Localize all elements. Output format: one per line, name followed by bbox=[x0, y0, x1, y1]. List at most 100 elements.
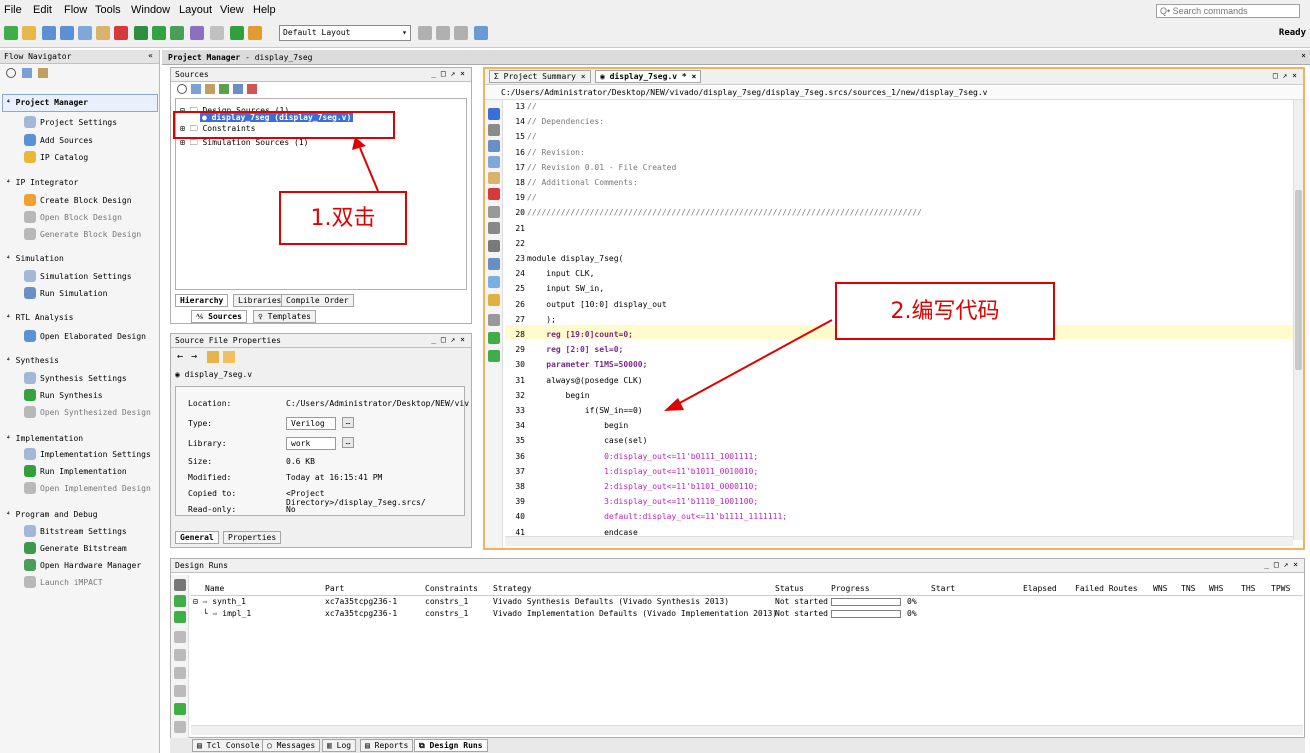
run-synthesis-icon[interactable] bbox=[152, 26, 166, 40]
tab-design-runs[interactable]: ⧉ Design Runs bbox=[414, 739, 488, 752]
code-line[interactable]: 34 begin bbox=[515, 421, 628, 430]
prop-library-value[interactable]: work bbox=[286, 437, 336, 450]
menu-tools[interactable]: Tools bbox=[95, 4, 121, 16]
find-icon[interactable] bbox=[488, 240, 500, 252]
collapse-icon[interactable]: « bbox=[148, 51, 153, 60]
move-up-icon[interactable] bbox=[488, 332, 500, 344]
library-browse-button[interactable]: … bbox=[342, 437, 354, 448]
collapse-all-icon[interactable] bbox=[38, 68, 48, 78]
report-icon[interactable] bbox=[248, 26, 262, 40]
code-line[interactable]: 40 default:display_out<=11'b1111_1111111… bbox=[515, 512, 787, 521]
help-icon[interactable] bbox=[474, 26, 488, 40]
window-controls-icon[interactable]: _ □ ↗ × bbox=[431, 335, 465, 344]
code-line[interactable]: 31 always@(posedge CLK) bbox=[515, 376, 642, 385]
tab-hierarchy[interactable]: Hierarchy bbox=[175, 294, 229, 307]
run-implementation-icon[interactable] bbox=[170, 26, 184, 40]
col-elapsed[interactable]: Elapsed bbox=[1023, 584, 1057, 593]
nav-simulation-settings[interactable]: Simulation Settings bbox=[40, 272, 132, 281]
nav-ip-catalog[interactable]: IP Catalog bbox=[40, 153, 88, 162]
code-line[interactable]: 23 module display_7seg( bbox=[515, 254, 623, 263]
nav-open-synthesized-design[interactable]: Open Synthesized Design bbox=[40, 408, 151, 417]
code-line[interactable]: 15// bbox=[515, 132, 536, 141]
col-status[interactable]: Status bbox=[775, 584, 804, 593]
tab-log[interactable]: ▥ Log bbox=[322, 739, 357, 752]
bulb-icon[interactable] bbox=[488, 294, 500, 306]
expand-all-icon[interactable] bbox=[22, 68, 32, 78]
new-project-icon[interactable] bbox=[4, 26, 18, 40]
nav-open-elaborated-design[interactable]: Open Elaborated Design bbox=[40, 332, 146, 341]
sigma-icon[interactable] bbox=[230, 26, 244, 40]
code-line[interactable]: 38 2:display_out<=11'b1101_0000110; bbox=[515, 482, 758, 491]
run-icon[interactable] bbox=[134, 26, 148, 40]
tab-properties[interactable]: Properties bbox=[223, 531, 282, 544]
paste-icon[interactable] bbox=[96, 26, 110, 40]
menu-edit[interactable]: Edit bbox=[33, 4, 52, 16]
hierarchy-icon[interactable] bbox=[233, 84, 243, 94]
copy-icon[interactable] bbox=[488, 156, 500, 168]
window-controls-icon[interactable]: □ ↗ × bbox=[1273, 71, 1297, 80]
col-progress[interactable]: Progress bbox=[831, 584, 870, 593]
tab-general[interactable]: General bbox=[175, 531, 219, 544]
section-title-ip-integrator[interactable]: ⁴ IP Integrator bbox=[6, 178, 78, 187]
tab-messages[interactable]: ◯ Messages bbox=[262, 739, 321, 752]
cursor-icon[interactable] bbox=[223, 351, 235, 363]
table-row[interactable]: └ ⇨ impl_1 xc7a35tcpg236-1 constrs_1 Viv… bbox=[191, 608, 1303, 620]
tab-libraries[interactable]: Libraries bbox=[233, 294, 287, 307]
tab-display-7seg[interactable]: ◉ display_7seg.v * × bbox=[595, 70, 702, 83]
code-line[interactable]: 33 if(SW_in==0) bbox=[515, 406, 642, 415]
code-line[interactable]: 24 input CLK, bbox=[515, 269, 594, 278]
expand-all-icon[interactable] bbox=[191, 84, 201, 94]
section-title-simulation[interactable]: ⁴ Simulation bbox=[6, 254, 64, 263]
undo-icon[interactable] bbox=[42, 26, 56, 40]
section-title-project-manager[interactable]: ⁴ Project Manager bbox=[6, 98, 88, 107]
nav-run-implementation[interactable]: Run Implementation bbox=[40, 467, 127, 476]
properties-icon[interactable] bbox=[247, 84, 257, 94]
collapse-all-icon[interactable] bbox=[174, 611, 186, 623]
tab-sources[interactable]: ⅍ Sources bbox=[191, 310, 247, 323]
replace-icon[interactable] bbox=[488, 258, 500, 270]
type-browse-button[interactable]: … bbox=[342, 417, 354, 428]
tab-tcl-console[interactable]: ▤ Tcl Console bbox=[192, 739, 265, 752]
first-icon[interactable] bbox=[174, 649, 186, 661]
expand-all-icon[interactable] bbox=[174, 595, 186, 607]
next-icon[interactable] bbox=[174, 631, 186, 643]
tab-compile-order[interactable]: Compile Order bbox=[281, 294, 354, 307]
search-icon[interactable] bbox=[6, 68, 16, 78]
window-controls-icon[interactable]: _ □ ↗ × bbox=[1264, 560, 1298, 569]
menu-layout[interactable]: Layout bbox=[179, 4, 212, 16]
editor-hscrollbar[interactable] bbox=[505, 536, 1293, 546]
move-down-icon[interactable] bbox=[488, 350, 500, 362]
table-row[interactable]: ⊟ ⇨ synth_1 xc7a35tcpg236-1 constrs_1 Vi… bbox=[191, 596, 1303, 608]
code-line[interactable]: 36 0:display_out<=11'b0111_1001111; bbox=[515, 452, 758, 461]
col-failed-routes[interactable]: Failed Routes bbox=[1075, 584, 1138, 593]
menu-view[interactable]: View bbox=[220, 4, 244, 16]
search-icon[interactable] bbox=[174, 579, 186, 591]
delete-icon[interactable] bbox=[174, 721, 186, 733]
tab-reports[interactable]: ▤ Reports bbox=[360, 739, 414, 752]
col-constraints[interactable]: Constraints bbox=[425, 584, 478, 593]
back-icon[interactable]: ← bbox=[177, 351, 183, 362]
col-start[interactable]: Start bbox=[931, 584, 955, 593]
code-line[interactable]: 25 input SW_in, bbox=[515, 284, 604, 293]
search-icon[interactable] bbox=[177, 84, 187, 94]
section-title-synthesis[interactable]: ⁴ Synthesis bbox=[6, 356, 59, 365]
code-line[interactable]: 16// Revision: bbox=[515, 148, 584, 157]
col-part[interactable]: Part bbox=[325, 584, 344, 593]
open-project-icon[interactable] bbox=[22, 26, 36, 40]
col-ths[interactable]: THS bbox=[1241, 584, 1255, 593]
redo-icon[interactable] bbox=[60, 26, 74, 40]
section-title-implementation[interactable]: ⁴ Implementation bbox=[6, 434, 83, 443]
settings-icon[interactable] bbox=[190, 26, 204, 40]
code-line[interactable]: 20//////////////////////////////////////… bbox=[515, 208, 922, 217]
nav-generate-block-design[interactable]: Generate Block Design bbox=[40, 230, 141, 239]
code-line[interactable]: 39 3:display_out<=11'b1110_1001100; bbox=[515, 497, 758, 506]
forward-icon[interactable]: → bbox=[191, 351, 197, 362]
nav-run-simulation[interactable]: Run Simulation bbox=[40, 289, 107, 298]
code-line[interactable]: 35 case(sel) bbox=[515, 436, 647, 445]
col-tpws[interactable]: TPWS bbox=[1271, 584, 1290, 593]
code-line[interactable]: 27 ); bbox=[515, 315, 556, 324]
reset-icon[interactable] bbox=[174, 685, 186, 697]
code-line[interactable]: 37 1:display_out<=11'b1011_0010010; bbox=[515, 467, 758, 476]
zoom-icon[interactable] bbox=[418, 26, 432, 40]
runs-hscrollbar[interactable] bbox=[191, 725, 1303, 735]
